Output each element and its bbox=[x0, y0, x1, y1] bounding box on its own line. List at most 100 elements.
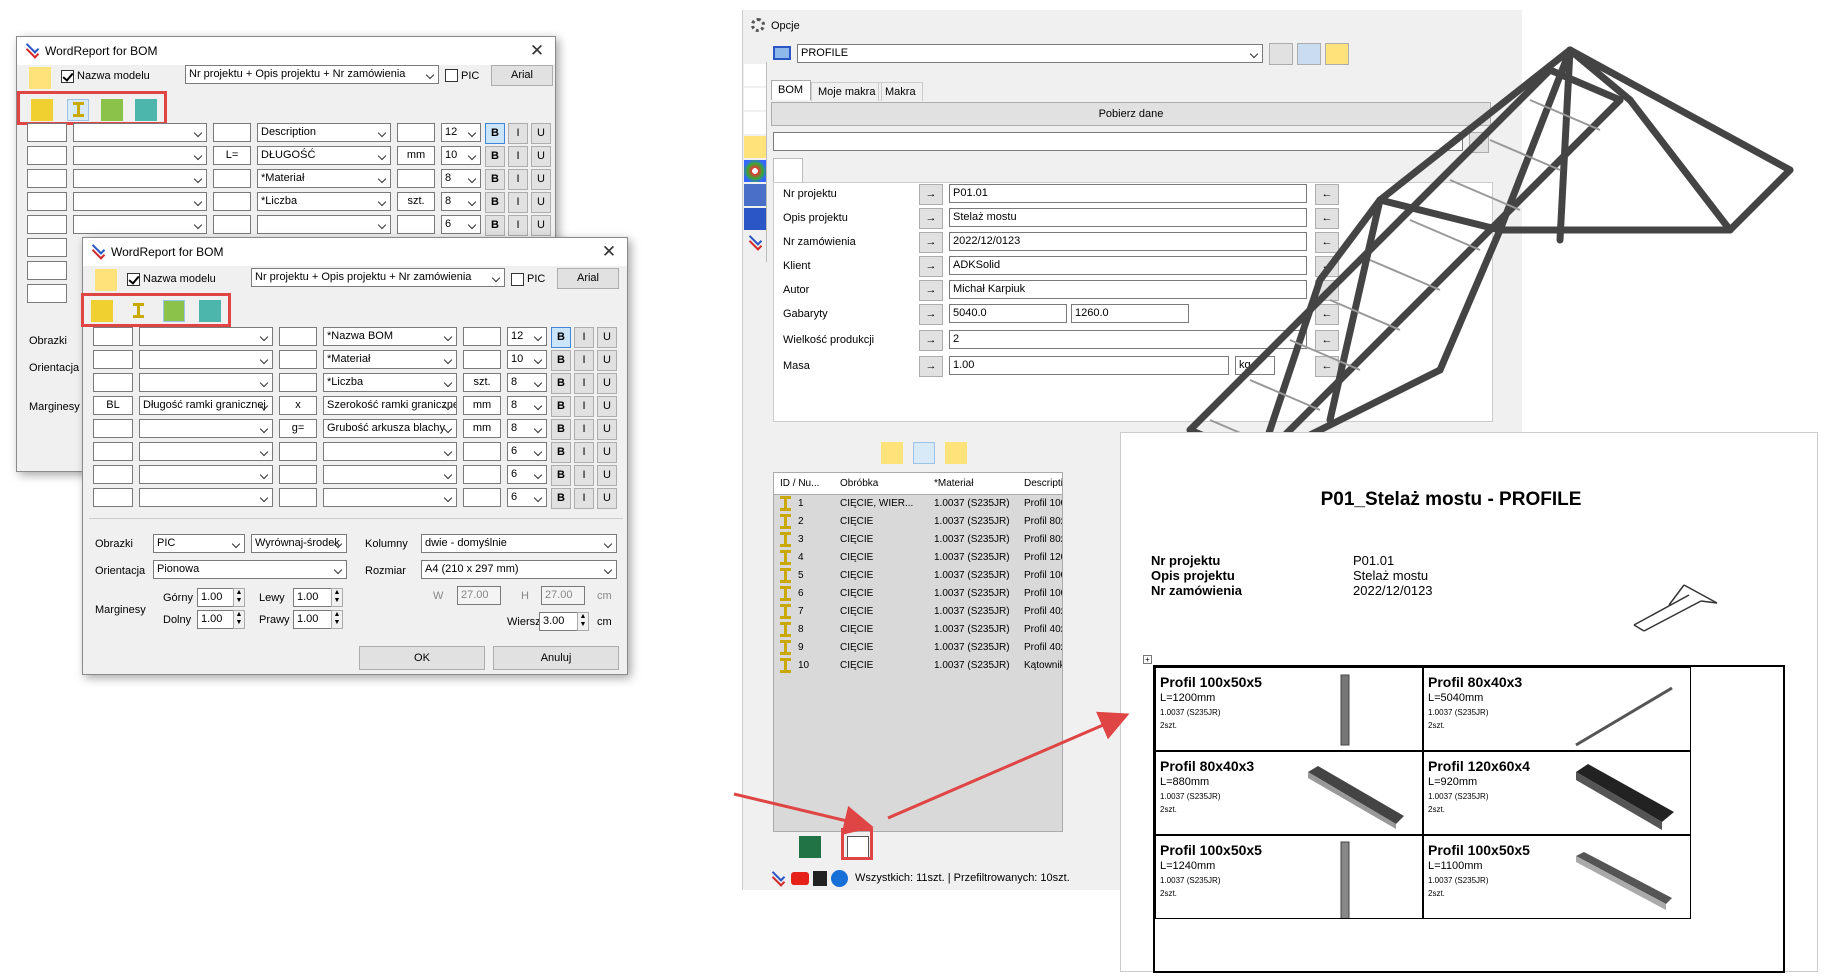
align-select[interactable]: Wyrównaj-środek bbox=[251, 534, 347, 553]
close-icon[interactable]: ✕ bbox=[519, 41, 555, 61]
underline-toggle[interactable]: U bbox=[597, 350, 617, 371]
filter-icon[interactable] bbox=[913, 442, 935, 464]
logo-icon[interactable] bbox=[744, 232, 766, 254]
row-separator-input[interactable] bbox=[213, 192, 251, 211]
row-separator-input[interactable] bbox=[279, 373, 317, 392]
row-separator-input[interactable]: x bbox=[279, 396, 317, 415]
row-separator-input[interactable] bbox=[213, 215, 251, 234]
col-material[interactable]: *Materiał bbox=[934, 478, 973, 489]
model-name-checkbox[interactable] bbox=[127, 273, 140, 286]
row-prefix-input[interactable] bbox=[27, 238, 67, 257]
row-font-size-select[interactable]: 8 bbox=[507, 373, 547, 392]
ok-button[interactable]: OK bbox=[359, 646, 485, 670]
row-value-select[interactable] bbox=[323, 465, 457, 484]
left-margin-spinner[interactable]: ▲ ▼ bbox=[331, 588, 343, 607]
row-field-select[interactable] bbox=[139, 442, 273, 461]
row-prefix-input[interactable]: BL bbox=[93, 396, 133, 415]
row-field-select[interactable] bbox=[139, 465, 273, 484]
row-separator-input[interactable] bbox=[279, 488, 317, 507]
gear-icon[interactable] bbox=[751, 18, 765, 32]
pic-checkbox[interactable] bbox=[511, 273, 524, 286]
table-row[interactable]: 9 CIĘCIE 1.0037 (S235JR) Profil 40x40x4 bbox=[774, 639, 1062, 657]
header-template-select[interactable]: Nr projektu + Opis projektu + Nr zamówie… bbox=[251, 268, 505, 287]
row-unit-input[interactable]: szt. bbox=[463, 373, 501, 392]
row-prefix-input[interactable] bbox=[27, 215, 67, 234]
teamviewer-icon[interactable] bbox=[831, 870, 848, 887]
row-font-size-select[interactable]: 8 bbox=[507, 419, 547, 438]
open-icon[interactable] bbox=[1055, 442, 1077, 464]
row-unit-input[interactable]: mm bbox=[463, 419, 501, 438]
underline-toggle[interactable]: U bbox=[597, 396, 617, 417]
row-font-size-select[interactable]: 8 bbox=[507, 396, 547, 415]
row-font-size-select[interactable]: 6 bbox=[441, 215, 481, 234]
row-field-select[interactable] bbox=[139, 350, 273, 369]
bold-toggle[interactable]: B bbox=[485, 169, 505, 190]
underline-toggle[interactable]: U bbox=[597, 488, 617, 509]
row-value-select[interactable]: Grubość arkusza blachy bbox=[323, 419, 457, 438]
bold-toggle[interactable]: B bbox=[551, 442, 571, 463]
row-unit-input[interactable] bbox=[463, 488, 501, 507]
row-field-select[interactable] bbox=[73, 192, 207, 211]
underline-toggle[interactable]: U bbox=[531, 215, 551, 236]
row-prefix-input[interactable] bbox=[93, 465, 133, 484]
italic-toggle[interactable]: I bbox=[508, 123, 528, 144]
italic-toggle[interactable]: I bbox=[574, 442, 594, 463]
pic-checkbox[interactable] bbox=[445, 69, 458, 82]
book-icon[interactable] bbox=[813, 871, 827, 886]
col-processing[interactable]: Obróbka bbox=[840, 478, 878, 489]
row-separator-input[interactable]: g= bbox=[279, 419, 317, 438]
underline-toggle[interactable]: U bbox=[531, 169, 551, 190]
row-unit-input[interactable]: mm bbox=[463, 396, 501, 415]
font-button[interactable]: Arial bbox=[491, 65, 553, 86]
bold-toggle[interactable]: B bbox=[485, 123, 505, 144]
italic-toggle[interactable]: I bbox=[574, 396, 594, 417]
underline-toggle[interactable]: U bbox=[597, 327, 617, 348]
table-row[interactable]: 6 CIĘCIE 1.0037 (S235JR) Profil 100x50x5 bbox=[774, 585, 1062, 603]
options-menu[interactable]: Opcje bbox=[771, 20, 800, 32]
bold-toggle[interactable]: B bbox=[485, 192, 505, 213]
table-row[interactable]: 8 CIĘCIE 1.0037 (S235JR) Profil 40x40x4 bbox=[774, 621, 1062, 639]
bold-toggle[interactable]: B bbox=[551, 327, 571, 348]
row-font-size-select[interactable]: 6 bbox=[507, 465, 547, 484]
underline-toggle[interactable]: U bbox=[597, 465, 617, 486]
underline-toggle[interactable]: U bbox=[597, 419, 617, 440]
row-unit-input[interactable]: mm bbox=[397, 146, 435, 165]
underline-toggle[interactable]: U bbox=[597, 373, 617, 394]
italic-toggle[interactable]: I bbox=[574, 419, 594, 440]
table-row[interactable]: 2 CIĘCIE 1.0037 (S235JR) Profil 80x40x3 bbox=[774, 513, 1062, 531]
row-prefix-input[interactable] bbox=[27, 261, 67, 280]
row-prefix-input[interactable] bbox=[93, 327, 133, 346]
italic-toggle[interactable]: I bbox=[574, 373, 594, 394]
row-prefix-input[interactable] bbox=[93, 373, 133, 392]
row-field-select[interactable] bbox=[139, 373, 273, 392]
bold-toggle[interactable]: B bbox=[551, 350, 571, 371]
row-unit-input[interactable] bbox=[397, 123, 435, 142]
italic-toggle[interactable]: I bbox=[574, 350, 594, 371]
row-unit-input[interactable] bbox=[463, 327, 501, 346]
row-prefix-input[interactable] bbox=[27, 123, 67, 142]
row-unit-input[interactable] bbox=[463, 442, 501, 461]
italic-toggle[interactable]: I bbox=[508, 192, 528, 213]
gear-icon[interactable] bbox=[779, 442, 801, 464]
chart-icon[interactable] bbox=[744, 208, 766, 230]
italic-toggle[interactable]: I bbox=[574, 465, 594, 486]
italic-toggle[interactable]: I bbox=[508, 146, 528, 167]
gear-icon[interactable] bbox=[775, 836, 797, 858]
close-icon[interactable]: ✕ bbox=[591, 242, 627, 262]
copy-icon[interactable] bbox=[979, 442, 1001, 464]
underline-toggle[interactable]: U bbox=[597, 442, 617, 463]
document-icon[interactable] bbox=[871, 836, 893, 858]
row-font-size-select[interactable]: 6 bbox=[507, 442, 547, 461]
underline-toggle[interactable]: U bbox=[531, 123, 551, 144]
row-font-size-select[interactable]: 8 bbox=[441, 169, 481, 188]
parts-icon[interactable] bbox=[744, 88, 766, 110]
row-value-select[interactable]: *Liczba bbox=[323, 373, 457, 392]
excel-icon[interactable] bbox=[799, 836, 821, 858]
prop-arrow-right-button[interactable]: → bbox=[919, 232, 943, 253]
row-font-size-select[interactable]: 10 bbox=[507, 350, 547, 369]
prop-arrow-right-button[interactable]: → bbox=[919, 330, 943, 351]
camera-icon[interactable] bbox=[1013, 442, 1035, 464]
row-separator-input[interactable] bbox=[279, 350, 317, 369]
row-unit-input[interactable]: szt. bbox=[397, 192, 435, 211]
row-field-select[interactable] bbox=[139, 419, 273, 438]
